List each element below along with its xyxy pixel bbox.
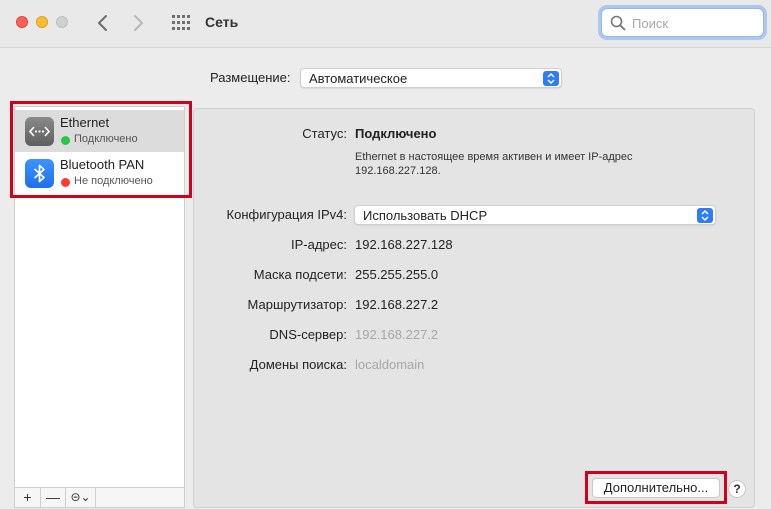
zoom-window-button[interactable] xyxy=(56,16,68,28)
interface-status: Не подключено xyxy=(74,175,153,187)
window-title: Сеть xyxy=(205,14,239,30)
add-interface-button[interactable]: + xyxy=(15,488,41,507)
search-input[interactable] xyxy=(632,14,757,32)
chevron-left-icon xyxy=(98,15,107,31)
status-dot-red xyxy=(61,178,70,187)
search-domains-value[interactable]: localdomain xyxy=(355,357,424,372)
location-label: Размещение: xyxy=(210,70,291,85)
subnet-mask-value: 255.255.255.0 xyxy=(355,267,439,282)
subnet-mask-label: Маска подсети: xyxy=(253,267,347,282)
search-domains-label: Домены поиска: xyxy=(249,357,347,372)
title-bar: Сеть xyxy=(0,0,771,48)
interface-item-ethernet[interactable]: Ethernet Подключено xyxy=(15,110,184,152)
advanced-button[interactable]: Дополнительно... xyxy=(592,478,720,498)
interface-item-bluetooth-pan[interactable]: Bluetooth PAN Не подключено xyxy=(15,152,184,194)
interface-status: Подключено xyxy=(74,133,138,145)
ipv4-config-value: Использовать DHCP xyxy=(363,208,488,223)
status-description: Ethernet в настоящее время активен и име… xyxy=(355,151,633,177)
updown-arrows-icon xyxy=(543,71,559,86)
dns-server-label: DNS-сервер: xyxy=(269,327,347,342)
interface-list: Ethernet Подключено Bluetooth PAN Не под… xyxy=(14,106,185,488)
location-select[interactable]: Автоматическое xyxy=(300,68,562,88)
status-dot-green xyxy=(61,136,70,145)
ipv4-config-label: Конфигурация IPv4: xyxy=(226,207,347,222)
router-label: Маршрутизатор: xyxy=(247,297,347,312)
back-button[interactable] xyxy=(93,12,113,34)
dns-server-value[interactable]: 192.168.227.2 xyxy=(355,327,438,342)
action-menu-button[interactable]: ⊝⌄ xyxy=(66,488,96,507)
remove-interface-button[interactable]: — xyxy=(41,488,66,507)
router-value: 192.168.227.2 xyxy=(355,297,439,312)
interface-name: Ethernet xyxy=(60,115,110,130)
status-label: Статус: xyxy=(302,126,347,141)
ip-address-label: IP-адрес: xyxy=(291,237,347,252)
grid-icon xyxy=(172,15,190,30)
forward-button[interactable] xyxy=(128,12,148,34)
interface-name: Bluetooth PAN xyxy=(60,157,145,172)
interface-list-toolbar: + — ⊝⌄ xyxy=(14,488,185,508)
show-all-button[interactable] xyxy=(172,15,190,31)
ethernet-icon xyxy=(25,117,54,146)
chevron-right-icon xyxy=(134,15,143,31)
ipv4-config-select[interactable]: Использовать DHCP xyxy=(354,205,716,225)
close-window-button[interactable] xyxy=(16,16,28,28)
minimize-window-button[interactable] xyxy=(36,16,48,28)
search-icon xyxy=(610,15,626,31)
bluetooth-icon xyxy=(25,159,54,188)
ip-address-value: 192.168.227.128 xyxy=(355,237,453,252)
help-button[interactable]: ? xyxy=(728,480,746,498)
updown-arrows-icon xyxy=(697,208,713,223)
location-value: Автоматическое xyxy=(309,71,408,86)
status-value: Подключено xyxy=(355,126,437,141)
search-field[interactable] xyxy=(601,8,764,37)
